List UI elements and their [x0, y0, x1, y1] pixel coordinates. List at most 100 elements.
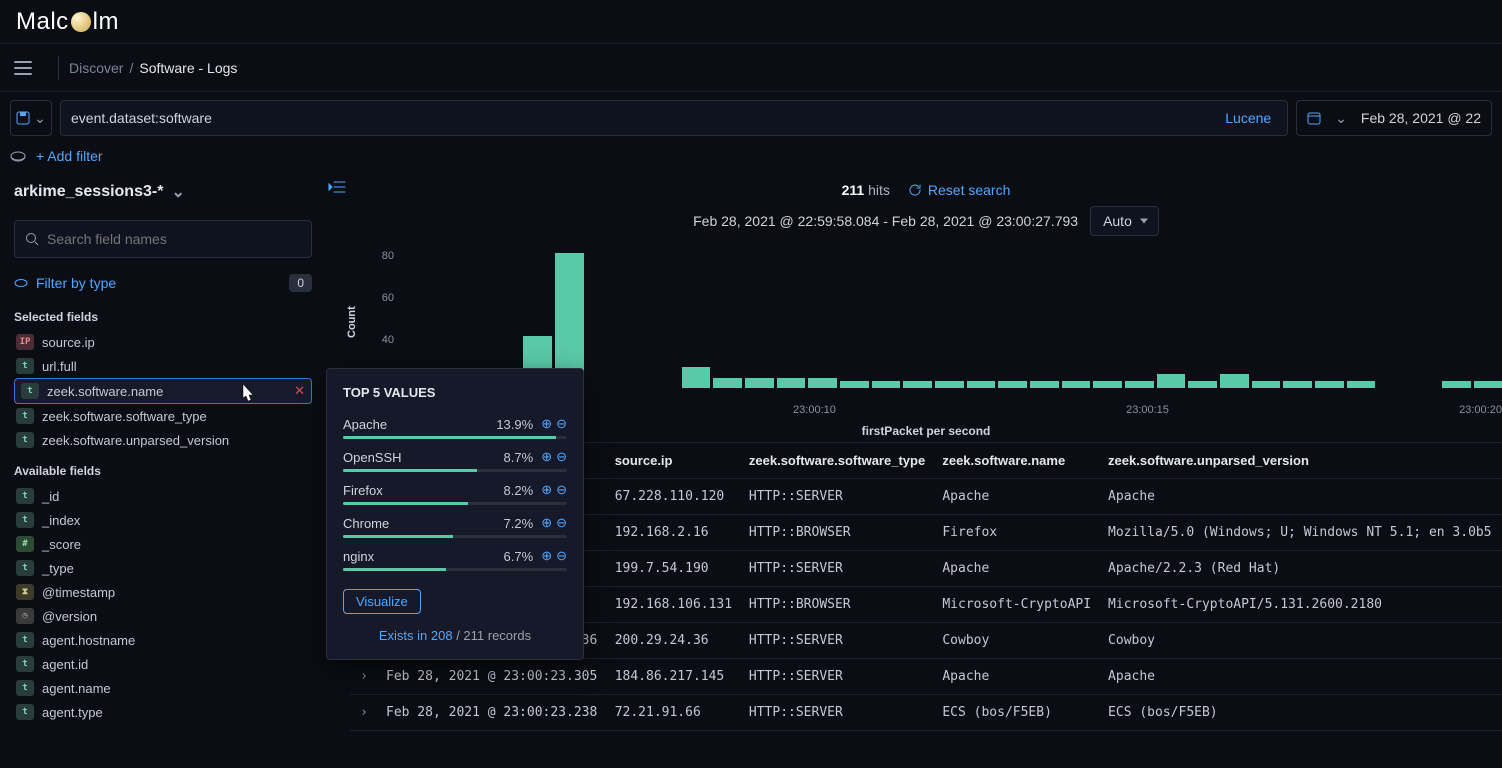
histogram-bar[interactable]: [998, 381, 1027, 388]
cell: ECS (bos/F5EB): [1100, 695, 1502, 731]
field-_score[interactable]: #_score: [14, 532, 312, 556]
field-name-label: agent.hostname: [42, 633, 135, 648]
top-value-name: Chrome: [343, 516, 504, 531]
x-tick: 23:00:10: [793, 404, 836, 416]
top-value-row: OpenSSH8.7%⊕⊖: [343, 449, 567, 472]
field-source-ip[interactable]: IPsource.ip: [14, 330, 312, 354]
filter-options-button[interactable]: [10, 148, 26, 164]
top-value-name: Firefox: [343, 483, 504, 498]
column-header[interactable]: zeek.software.software_type: [741, 443, 934, 479]
field-_id[interactable]: t_id: [14, 484, 312, 508]
exists-in-link[interactable]: Exists in 208: [379, 628, 453, 643]
histogram-bar[interactable]: [1188, 381, 1217, 388]
cell: Apache/2.2.3 (Red Hat): [1100, 551, 1502, 587]
field-type-token: t: [16, 656, 34, 672]
histogram-bar[interactable]: [840, 381, 869, 388]
filter-by-type-link[interactable]: Filter by type 0: [14, 268, 312, 298]
field-@timestamp[interactable]: ⧗@timestamp: [14, 580, 312, 604]
cell: HTTP::SERVER: [741, 551, 934, 587]
table-row[interactable]: ›Feb 28, 2021 @ 23:00:23.305184.86.217.1…: [350, 659, 1502, 695]
filter-for-button[interactable]: ⊕: [541, 482, 552, 498]
field-url-full[interactable]: turl.full: [14, 354, 312, 378]
reset-search-link[interactable]: Reset search: [908, 182, 1010, 198]
field-agent-name[interactable]: tagent.name: [14, 676, 312, 700]
cell: Apache: [934, 551, 1100, 587]
column-header[interactable]: zeek.software.unparsed_version: [1100, 443, 1502, 479]
y-tick: 60: [382, 292, 394, 304]
field-name-label: _id: [42, 489, 59, 504]
saved-query-button[interactable]: ⌄: [10, 100, 52, 136]
column-header[interactable]: zeek.software.name: [934, 443, 1100, 479]
top-value-pct: 8.2%: [504, 483, 534, 498]
histogram-bar[interactable]: [808, 378, 837, 388]
field-agent-type[interactable]: tagent.type: [14, 700, 312, 724]
filter-for-button[interactable]: ⊕: [541, 449, 552, 465]
y-tick: 80: [382, 250, 394, 262]
table-row[interactable]: ›Feb 28, 2021 @ 23:00:23.23872.21.91.66H…: [350, 695, 1502, 731]
histogram-bar[interactable]: [967, 381, 996, 388]
histogram-bar[interactable]: [903, 381, 932, 388]
remove-field-button[interactable]: ✕: [294, 383, 305, 399]
field-type-token: ◷: [16, 608, 34, 624]
top-value-row: Apache13.9%⊕⊖: [343, 416, 567, 439]
histogram-bar[interactable]: [1125, 381, 1154, 388]
histogram-bar[interactable]: [682, 367, 711, 388]
top-value-name: OpenSSH: [343, 450, 504, 465]
histogram-bar[interactable]: [1315, 381, 1344, 388]
field-zeek-software-software_type[interactable]: tzeek.software.software_type: [14, 404, 312, 428]
field-@version[interactable]: ◷@version: [14, 604, 312, 628]
field-type-token: t: [16, 358, 34, 374]
histogram-bar[interactable]: [1442, 381, 1471, 388]
add-filter-link[interactable]: + Add filter: [36, 148, 103, 164]
histogram-bar[interactable]: [777, 378, 806, 388]
histogram-bar[interactable]: [1093, 381, 1122, 388]
histogram-bar[interactable]: [935, 381, 964, 388]
expand-row-button[interactable]: ›: [350, 695, 378, 731]
histogram-bar[interactable]: [872, 381, 901, 388]
hits-count: 211: [842, 182, 865, 198]
filter-out-button[interactable]: ⊖: [556, 449, 567, 465]
filter-out-button[interactable]: ⊖: [556, 515, 567, 531]
date-picker[interactable]: ⌄ Feb 28, 2021 @ 22: [1296, 100, 1492, 136]
field-agent-hostname[interactable]: t agent.hostname: [14, 628, 312, 652]
field-type-token: t: [16, 704, 34, 720]
field-search-input[interactable]: [47, 231, 301, 247]
cell: Cowboy: [1100, 623, 1502, 659]
x-tick: 23:00:20: [1459, 404, 1502, 416]
histogram-bar[interactable]: [713, 378, 742, 388]
visualize-button[interactable]: Visualize: [343, 589, 421, 614]
histogram-bar[interactable]: [1157, 374, 1186, 388]
query-language-link[interactable]: Lucene: [1219, 110, 1277, 126]
breadcrumb-parent[interactable]: Discover: [69, 60, 123, 76]
cell: 200.29.24.36: [607, 623, 741, 659]
cell: 192.168.2.16: [607, 515, 741, 551]
field-zeek-software-unparsed_version[interactable]: tzeek.software.unparsed_version: [14, 428, 312, 452]
query-input[interactable]: [71, 110, 1219, 126]
column-header[interactable]: source.ip: [607, 443, 741, 479]
histogram-bar[interactable]: [1220, 374, 1249, 388]
filter-out-button[interactable]: ⊖: [556, 482, 567, 498]
field-_index[interactable]: t_index: [14, 508, 312, 532]
filter-for-button[interactable]: ⊕: [541, 548, 552, 564]
histogram-bar[interactable]: [1283, 381, 1312, 388]
interval-select[interactable]: Auto: [1090, 206, 1159, 236]
histogram-bar[interactable]: [1030, 381, 1059, 388]
expand-row-button[interactable]: ›: [350, 659, 378, 695]
histogram-bar[interactable]: [745, 378, 774, 388]
histogram-bar[interactable]: [1252, 381, 1281, 388]
field-_type[interactable]: t_type: [14, 556, 312, 580]
field-agent-id[interactable]: tagent.id: [14, 652, 312, 676]
histogram-bar[interactable]: [1347, 381, 1376, 388]
histogram-bar[interactable]: [1474, 381, 1502, 388]
menu-button[interactable]: [8, 53, 38, 83]
time-range-text: Feb 28, 2021 @ 22:59:58.084 - Feb 28, 20…: [693, 213, 1078, 229]
index-pattern[interactable]: arkime_sessions3-*: [14, 183, 163, 201]
filter-for-button[interactable]: ⊕: [541, 515, 552, 531]
cell: HTTP::BROWSER: [741, 515, 934, 551]
filter-out-button[interactable]: ⊖: [556, 416, 567, 432]
field-zeek-software-name[interactable]: tzeek.software.name✕: [14, 378, 312, 404]
filter-out-button[interactable]: ⊖: [556, 548, 567, 564]
filter-for-button[interactable]: ⊕: [541, 416, 552, 432]
field-type-token: t: [16, 632, 34, 648]
histogram-bar[interactable]: [1062, 381, 1091, 388]
